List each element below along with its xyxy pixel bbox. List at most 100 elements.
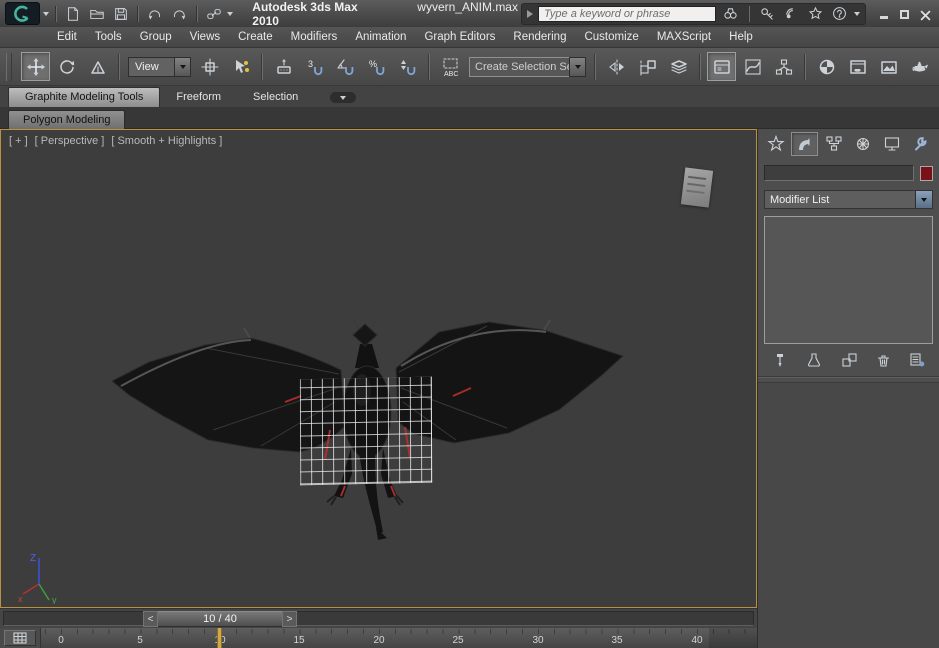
menu-rendering[interactable]: Rendering xyxy=(504,28,575,46)
ribbon-minimize-toggle[interactable] xyxy=(330,92,356,103)
infocenter-search-input[interactable] xyxy=(538,6,716,22)
named-selection-sets-dropdown-arrow[interactable] xyxy=(569,57,586,77)
configure-modifier-sets-button[interactable] xyxy=(905,350,929,369)
tab-utilities[interactable] xyxy=(907,132,934,156)
pin-stack-button[interactable] xyxy=(768,350,792,369)
tab-hierarchy[interactable] xyxy=(820,132,847,156)
open-file-button[interactable] xyxy=(87,3,108,25)
open-mini-curve-editor-button[interactable] xyxy=(4,630,36,646)
rendered-frame-icon xyxy=(880,58,898,76)
curve-editor-button[interactable] xyxy=(738,52,767,81)
communication-center-button[interactable] xyxy=(782,5,801,23)
ribbon-tab-freeform[interactable]: Freeform xyxy=(160,88,237,107)
tab-motion[interactable] xyxy=(849,132,876,156)
wyvern-model[interactable] xyxy=(1,130,756,607)
select-and-move-button[interactable] xyxy=(21,52,50,81)
current-frame-marker[interactable] xyxy=(217,628,222,648)
menu-maxscript[interactable]: MAXScript xyxy=(648,28,720,46)
infocenter-search-button[interactable] xyxy=(721,5,740,23)
snaps-toggle-3d-button[interactable]: 3 xyxy=(300,52,329,81)
select-and-manipulate-button[interactable] xyxy=(226,52,255,81)
favorites-button[interactable] xyxy=(806,5,825,23)
close-button[interactable] xyxy=(917,6,934,21)
viewport-shading-menu[interactable]: [ Smooth + Highlights ] xyxy=(111,135,222,147)
ribbon-panel-tab-polygon-modeling[interactable]: Polygon Modeling xyxy=(8,110,125,130)
reference-coordinate-system-combo[interactable]: View xyxy=(128,57,191,77)
reference-coordinate-value[interactable]: View xyxy=(128,57,174,77)
save-file-button[interactable] xyxy=(110,3,131,25)
application-menu-button[interactable] xyxy=(5,2,40,25)
rollout-area xyxy=(758,382,939,648)
manage-layers-button[interactable] xyxy=(664,52,693,81)
menu-group[interactable]: Group xyxy=(131,28,181,46)
time-slider-handle[interactable]: < 10 / 40 > xyxy=(143,611,297,627)
make-unique-button[interactable] xyxy=(837,350,861,369)
menu-tools[interactable]: Tools xyxy=(86,28,131,46)
menu-edit[interactable]: Edit xyxy=(48,28,86,46)
maximize-button[interactable] xyxy=(896,6,913,21)
modifier-list-dropdown[interactable]: Modifier List xyxy=(764,190,933,209)
rendered-frame-window-button[interactable] xyxy=(874,52,903,81)
object-color-swatch[interactable] xyxy=(920,166,933,181)
ribbon-tab-graphite-modeling-tools[interactable]: Graphite Modeling Tools xyxy=(8,87,160,107)
manipulate-cursor-icon xyxy=(232,58,250,76)
viewport-pov-menu[interactable]: [ Perspective ] xyxy=(35,135,105,147)
show-end-result-button[interactable] xyxy=(802,350,826,369)
keyboard-override-icon xyxy=(275,58,293,76)
render-setup-button[interactable] xyxy=(843,52,872,81)
schematic-view-button[interactable] xyxy=(769,52,798,81)
scene-link-button[interactable] xyxy=(204,3,225,25)
menu-graph-editors[interactable]: Graph Editors xyxy=(415,28,504,46)
new-scene-button[interactable] xyxy=(63,3,84,25)
remove-modifier-button[interactable] xyxy=(871,350,895,369)
named-selection-sets-value[interactable]: Create Selection Se xyxy=(469,57,569,77)
menu-help[interactable]: Help xyxy=(720,28,762,46)
mirror-button[interactable] xyxy=(602,52,631,81)
application-menu-arrow-icon[interactable] xyxy=(43,12,49,16)
object-name-field[interactable] xyxy=(764,165,914,181)
current-frame-display[interactable]: 10 / 40 xyxy=(158,611,282,627)
tab-create[interactable] xyxy=(762,132,789,156)
redo-button[interactable] xyxy=(169,3,190,25)
select-and-scale-button[interactable] xyxy=(83,52,112,81)
infocenter-collapse-arrow-icon[interactable] xyxy=(527,10,533,18)
perspective-viewport[interactable]: [ + ] [ Perspective ] [ Smooth + Highlig… xyxy=(0,129,757,608)
viewport-general-menu[interactable]: [ + ] xyxy=(9,135,28,147)
angle-snap-toggle-button[interactable] xyxy=(331,52,360,81)
time-slider-track[interactable] xyxy=(3,611,754,626)
use-pivot-point-center-button[interactable] xyxy=(195,52,224,81)
subscription-center-button[interactable] xyxy=(758,5,777,23)
help-button[interactable] xyxy=(830,5,849,23)
ribbon-tab-selection[interactable]: Selection xyxy=(237,88,314,107)
menu-animation[interactable]: Animation xyxy=(346,28,415,46)
modifier-stack-list[interactable] xyxy=(764,216,933,344)
menu-customize[interactable]: Customize xyxy=(575,28,647,46)
track-bar-ruler[interactable]: 0 5 10 15 20 25 30 35 40 xyxy=(40,628,757,648)
previous-frame-button[interactable]: < xyxy=(143,611,158,627)
help-dropdown-arrow-icon[interactable] xyxy=(854,12,860,16)
menu-modifiers[interactable]: Modifiers xyxy=(282,28,347,46)
material-editor-button[interactable] xyxy=(812,52,841,81)
tab-modify[interactable] xyxy=(791,132,818,156)
quick-access-customize-arrow-icon[interactable] xyxy=(227,12,233,16)
reference-coordinate-dropdown-arrow[interactable] xyxy=(174,57,191,77)
toolbar-grip[interactable] xyxy=(6,53,12,81)
render-production-button[interactable] xyxy=(905,52,934,81)
minimize-button[interactable] xyxy=(875,6,892,21)
named-selection-sets-combo[interactable]: Create Selection Se xyxy=(469,57,586,77)
align-button[interactable] xyxy=(633,52,662,81)
undo-button[interactable] xyxy=(145,3,166,25)
menu-create[interactable]: Create xyxy=(229,28,282,46)
modifier-list-value[interactable]: Modifier List xyxy=(765,194,915,206)
modifier-list-arrow[interactable] xyxy=(915,191,932,208)
svg-text:3: 3 xyxy=(308,59,313,69)
tab-display[interactable] xyxy=(878,132,905,156)
spinner-snap-toggle-button[interactable] xyxy=(393,52,422,81)
edit-named-selection-sets-button[interactable]: ABC xyxy=(436,52,465,81)
keyboard-shortcut-override-button[interactable] xyxy=(269,52,298,81)
graphite-modeling-tools-toggle-button[interactable] xyxy=(707,52,736,81)
menu-views[interactable]: Views xyxy=(181,28,229,46)
select-and-rotate-button[interactable] xyxy=(52,52,81,81)
percent-snap-toggle-button[interactable]: % xyxy=(362,52,391,81)
next-frame-button[interactable]: > xyxy=(282,611,297,627)
